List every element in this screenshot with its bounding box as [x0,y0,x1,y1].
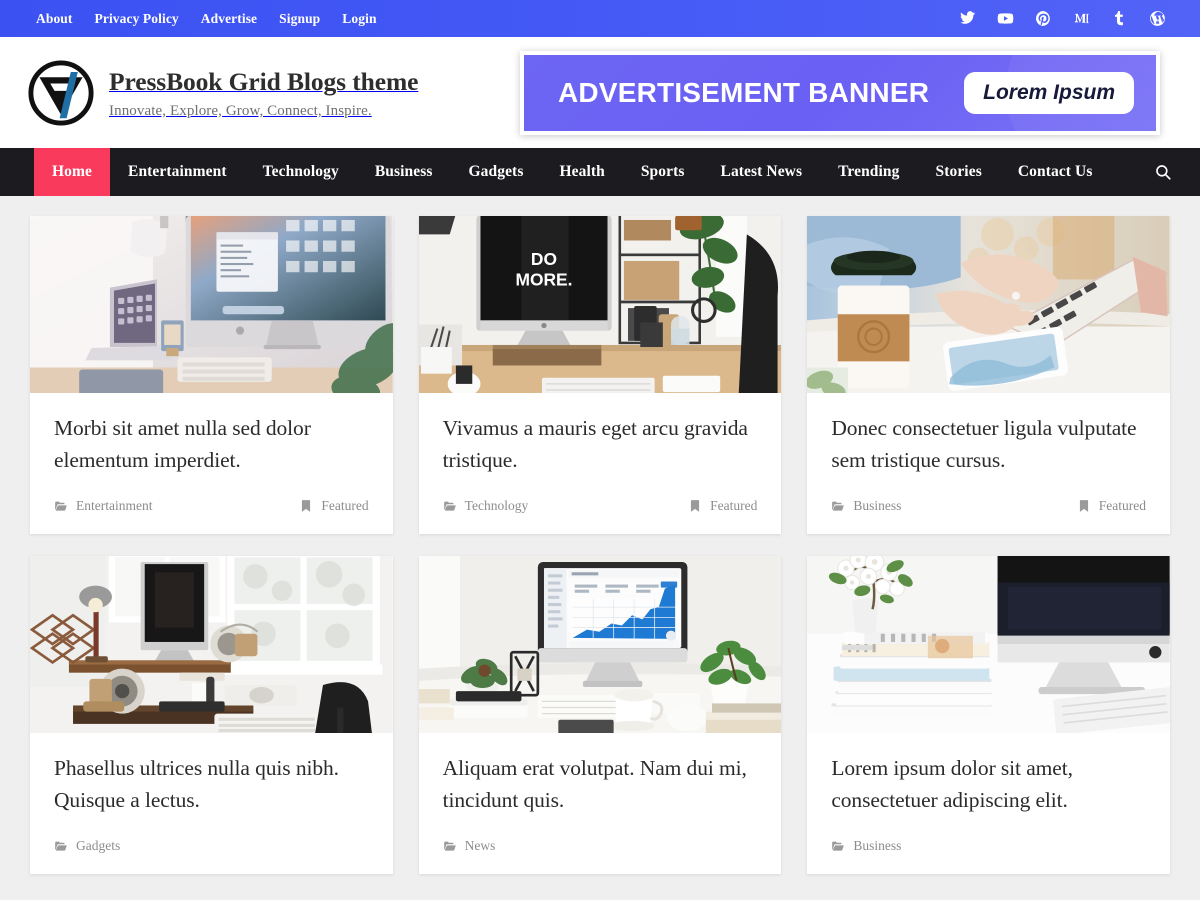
post-category-label: Entertainment [76,498,153,514]
tumblr-icon[interactable] [1111,10,1128,27]
post-meta: Technology Featured [419,476,782,534]
svg-text:MORE.: MORE. [515,270,572,290]
social-links [959,10,1166,27]
top-utility-bar: About Privacy Policy Advertise Signup Lo… [0,0,1200,37]
folder-icon [55,501,67,511]
nav-item-business[interactable]: Business [357,148,451,196]
post-category-label: Gadgets [76,838,121,854]
post-category[interactable]: Entertainment [54,498,152,514]
medium-icon[interactable] [1073,10,1090,27]
site-branding[interactable]: PressBook Grid Blogs theme Innovate, Exp… [26,58,418,128]
top-utility-nav: About Privacy Policy Advertise Signup Lo… [36,11,377,27]
post-category-label: News [464,838,496,854]
topnav-item-privacy-policy[interactable]: Privacy Policy [95,11,179,27]
post-thumbnail[interactable] [30,216,393,393]
post-thumbnail[interactable]: DO MORE. [418,216,782,393]
post-card[interactable]: Donec consectetuer ligula vulputate sem … [807,216,1170,535]
post-meta: News [419,816,782,874]
post-badge[interactable]: Featured [688,498,757,514]
nav-item-health[interactable]: Health [541,148,622,196]
post-meta: Business [807,816,1170,874]
post-badge-label: Featured [1098,498,1146,514]
nav-item-trending[interactable]: Trending [820,148,917,196]
post-thumbnail[interactable] [807,556,1170,734]
site-tagline: Innovate, Explore, Grow, Connect, Inspir… [109,102,372,119]
nav-item-gadgets[interactable]: Gadgets [451,148,542,196]
site-title: PressBook Grid Blogs theme [109,67,419,97]
wordpress-icon[interactable] [1149,10,1166,27]
site-header: PressBook Grid Blogs theme Innovate, Exp… [0,37,1200,148]
nav-item-home[interactable]: Home [34,148,110,196]
post-badge[interactable]: Featured [299,498,369,514]
search-icon[interactable] [1136,148,1172,196]
post-thumbnail[interactable] [30,556,393,734]
pinterest-icon[interactable] [1035,10,1052,27]
nav-item-stories[interactable]: Stories [918,148,1000,196]
post-grid: Morbi sit amet nulla sed dolor elementum… [30,216,1170,875]
post-thumbnail[interactable] [418,556,782,734]
nav-item-contact-us[interactable]: Contact Us [1000,148,1111,196]
post-title[interactable]: Vivamus a mauris eget arcu gravida trist… [443,413,758,476]
post-category-label: Technology [464,498,529,514]
post-category[interactable]: News [443,838,496,854]
post-card[interactable]: Morbi sit amet nulla sed dolor elementum… [30,216,393,535]
folder-icon [443,501,456,511]
folder-icon [443,842,456,852]
post-thumbnail[interactable] [807,216,1170,393]
advertisement-banner-pill[interactable]: Lorem Ipsum [964,71,1134,114]
site-logo-icon [26,58,96,128]
topnav-item-login[interactable]: Login [342,11,376,27]
topnav-item-advertise[interactable]: Advertise [201,11,257,27]
post-card[interactable]: DO MORE. Vivamus a mauris eget arcu grav… [418,216,782,535]
post-card[interactable]: Lorem ipsum dolor sit amet, consectetuer… [807,556,1170,875]
bookmark-icon [302,500,311,513]
nav-item-entertainment[interactable]: Entertainment [110,148,245,196]
advertisement-banner-text: ADVERTISEMENT BANNER [558,76,930,108]
youtube-icon[interactable] [997,10,1014,27]
folder-icon [55,842,67,852]
post-category-label: Business [853,498,902,514]
post-title[interactable]: Phasellus ultrices nulla quis nibh. Quis… [54,753,369,816]
post-title[interactable]: Morbi sit amet nulla sed dolor elementum… [54,413,369,476]
svg-text:DO: DO [531,249,557,269]
post-meta: Business Featured [807,476,1170,534]
post-category[interactable]: Business [831,838,901,854]
post-title[interactable]: Donec consectetuer ligula vulputate sem … [831,413,1146,476]
post-category[interactable]: Gadgets [54,838,120,854]
nav-item-sports[interactable]: Sports [623,148,703,196]
main-content: Morbi sit amet nulla sed dolor elementum… [0,196,1200,875]
nav-item-technology[interactable]: Technology [245,148,357,196]
twitter-icon[interactable] [959,10,976,27]
post-badge-label: Featured [710,498,758,514]
bookmark-icon [1079,500,1088,513]
post-card[interactable]: Aliquam erat volutpat. Nam dui mi, tinci… [418,556,782,875]
post-title[interactable]: Lorem ipsum dolor sit amet, consectetuer… [831,753,1146,816]
folder-icon [832,842,845,852]
post-category[interactable]: Business [831,498,901,514]
post-card[interactable]: Phasellus ultrices nulla quis nibh. Quis… [30,556,393,875]
post-badge-label: Featured [321,498,369,514]
bookmark-icon [691,500,700,513]
advertisement-banner[interactable]: ADVERTISEMENT BANNER Lorem Ipsum [520,50,1160,135]
folder-icon [832,501,845,511]
topnav-item-about[interactable]: About [36,11,73,27]
post-badge[interactable]: Featured [1077,498,1146,514]
post-category[interactable]: Technology [443,498,529,514]
primary-navigation: Home Entertainment Technology Business G… [0,148,1200,196]
post-meta: Entertainment Featured [30,476,393,534]
primary-navigation-list: Home Entertainment Technology Business G… [34,148,1110,196]
post-category-label: Business [853,838,902,854]
post-title[interactable]: Aliquam erat volutpat. Nam dui mi, tinci… [443,753,758,816]
post-meta: Gadgets [30,816,393,874]
nav-item-latest-news[interactable]: Latest News [703,148,821,196]
topnav-item-signup[interactable]: Signup [279,11,320,27]
